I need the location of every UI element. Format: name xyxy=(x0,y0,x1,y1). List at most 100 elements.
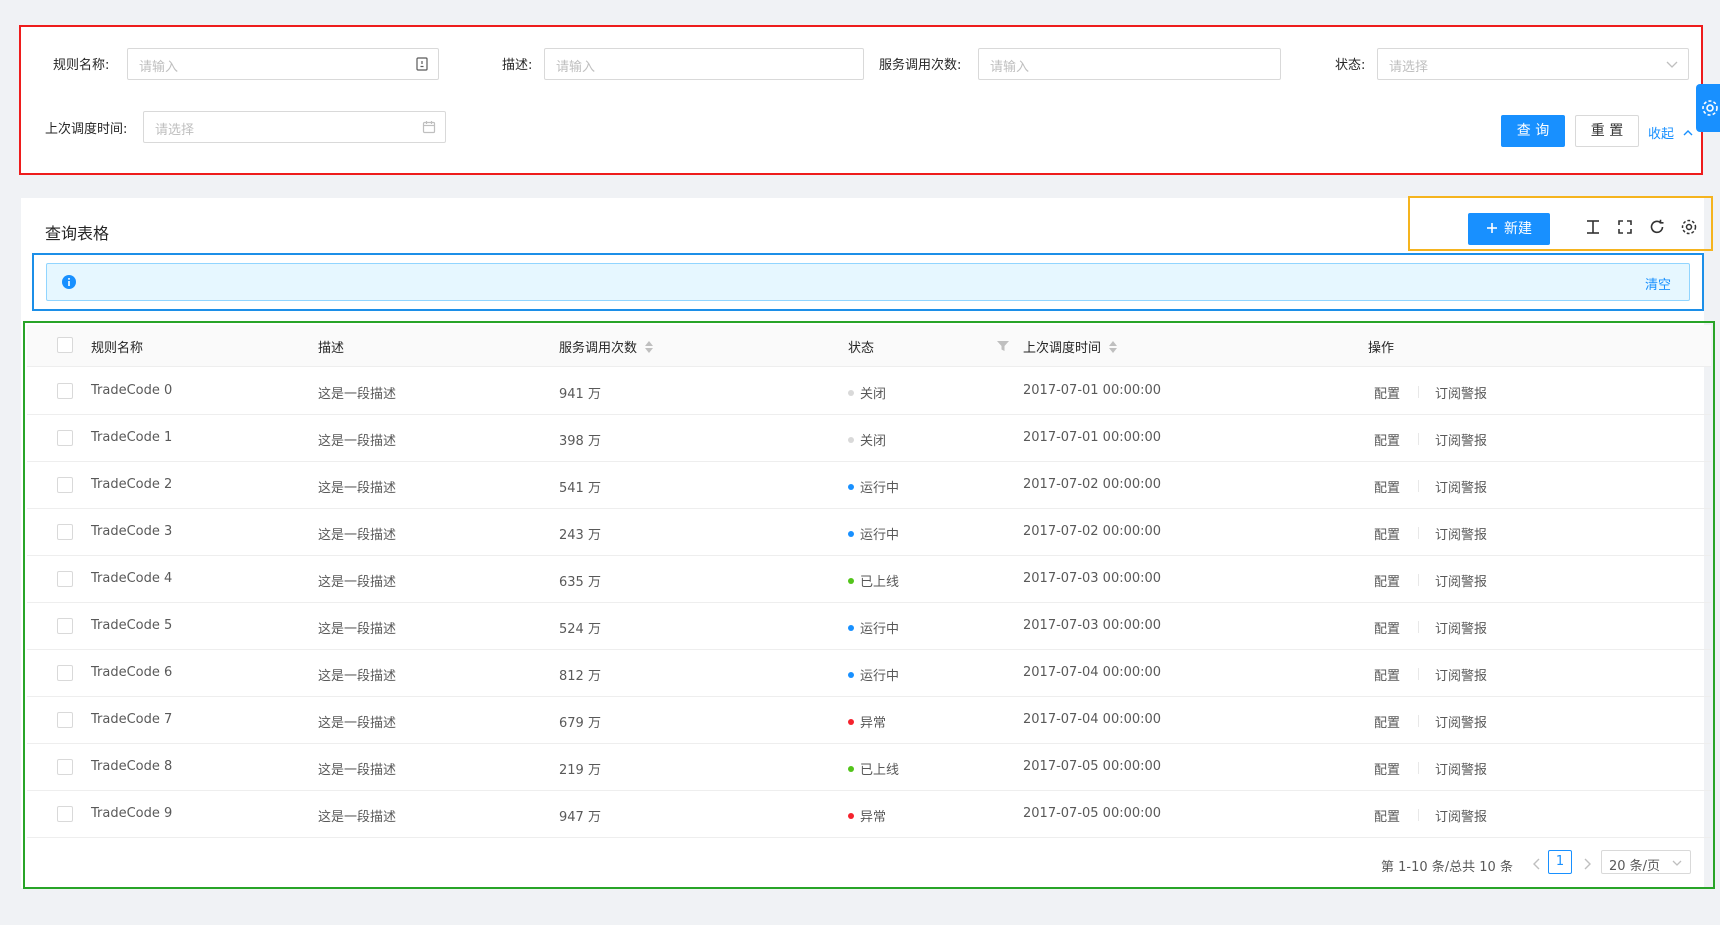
table-row: TradeCode 0 这是一段描述 941 万 关闭 2017-07-01 00:00… xyxy=(27,368,1711,415)
chevron-down-icon xyxy=(1666,61,1678,68)
cell-rule-name: TradeCode 7 xyxy=(91,712,173,727)
cell-status: 已上线 xyxy=(848,571,899,590)
status-dot xyxy=(848,578,854,584)
cell-call-count: 541 万 xyxy=(559,481,601,496)
sort-icon[interactable] xyxy=(645,341,654,353)
table-row: TradeCode 5 这是一段描述 524 万 运行中 2017-07-03 00:0… xyxy=(27,603,1711,650)
cell-status: 运行中 xyxy=(848,524,899,543)
cell-desc: 这是一段描述 xyxy=(318,669,397,684)
table-toolbar: 新建 xyxy=(1408,196,1713,251)
rule-name-input[interactable]: 请输入 xyxy=(127,48,439,80)
col-call-count[interactable]: 服务调用次数 xyxy=(559,337,654,356)
cell-call-count: 398 万 xyxy=(559,434,601,449)
subscribe-alert-link[interactable]: 订阅警报 xyxy=(1435,665,1487,684)
next-page-icon[interactable] xyxy=(1582,858,1592,870)
page-size-select[interactable]: 20 条/页 xyxy=(1601,850,1691,874)
status-dot xyxy=(848,390,854,396)
cell-rule-name: TradeCode 2 xyxy=(91,477,173,492)
call-count-input[interactable]: 请输入 xyxy=(978,48,1281,80)
chevron-up-icon xyxy=(1683,130,1693,136)
row-checkbox[interactable] xyxy=(57,759,73,775)
row-checkbox[interactable] xyxy=(57,806,73,822)
cell-desc: 这是一段描述 xyxy=(318,575,397,590)
prev-page-icon[interactable] xyxy=(1532,858,1542,870)
subscribe-alert-link[interactable]: 订阅警报 xyxy=(1435,759,1487,778)
col-rule-name: 规则名称 xyxy=(91,341,144,356)
sort-icon[interactable] xyxy=(1109,341,1118,353)
new-button[interactable]: 新建 xyxy=(1468,213,1550,245)
status-text: 已上线 xyxy=(860,575,900,590)
selection-alert-box: 清空 xyxy=(32,253,1704,311)
cell-last-time: 2017-07-02 00:00:00 xyxy=(1023,524,1162,539)
subscribe-alert-link[interactable]: 订阅警报 xyxy=(1435,618,1487,637)
row-checkbox[interactable] xyxy=(57,383,73,399)
config-link[interactable]: 配置 xyxy=(1374,477,1400,496)
config-link[interactable]: 配置 xyxy=(1374,712,1400,731)
config-link[interactable]: 配置 xyxy=(1374,759,1400,778)
selection-alert: 清空 xyxy=(46,263,1690,301)
col-last-time[interactable]: 上次调度时间 xyxy=(1023,337,1118,356)
subscribe-alert-link[interactable]: 订阅警报 xyxy=(1435,477,1487,496)
cell-desc: 这是一段描述 xyxy=(318,763,397,778)
desc-placeholder: 请输入 xyxy=(556,60,596,75)
last-time-picker[interactable]: 请选择 xyxy=(143,111,446,143)
status-dot xyxy=(848,719,854,725)
row-checkbox[interactable] xyxy=(57,477,73,493)
subscribe-alert-link[interactable]: 订阅警报 xyxy=(1435,430,1487,449)
status-select[interactable]: 请选择 xyxy=(1377,48,1689,80)
subscribe-alert-link[interactable]: 订阅警报 xyxy=(1435,712,1487,731)
query-button[interactable]: 查 询 xyxy=(1501,115,1565,147)
cell-last-time: 2017-07-01 00:00:00 xyxy=(1023,383,1162,398)
subscribe-alert-link[interactable]: 订阅警报 xyxy=(1435,524,1487,543)
cell-desc: 这是一段描述 xyxy=(318,810,397,825)
settings-drawer-toggle[interactable] xyxy=(1696,84,1720,132)
config-link[interactable]: 配置 xyxy=(1374,430,1400,449)
cell-status: 异常 xyxy=(848,712,886,731)
cell-rule-name: TradeCode 5 xyxy=(91,618,173,633)
config-link[interactable]: 配置 xyxy=(1374,806,1400,825)
config-link[interactable]: 配置 xyxy=(1374,618,1400,637)
config-link[interactable]: 配置 xyxy=(1374,571,1400,590)
config-link[interactable]: 配置 xyxy=(1374,665,1400,684)
row-checkbox[interactable] xyxy=(57,665,73,681)
status-text: 运行中 xyxy=(860,481,900,496)
cell-call-count: 219 万 xyxy=(559,763,601,778)
action-divider xyxy=(1418,433,1419,445)
status-dot xyxy=(848,484,854,490)
page-1-button[interactable]: 1 xyxy=(1548,850,1572,874)
reset-button[interactable]: 重 置 xyxy=(1575,115,1639,147)
number-input-icon[interactable] xyxy=(415,57,429,71)
filter-icon[interactable] xyxy=(997,340,1009,352)
config-link[interactable]: 配置 xyxy=(1374,524,1400,543)
row-checkbox[interactable] xyxy=(57,618,73,634)
action-divider xyxy=(1418,527,1419,539)
clear-selection-link[interactable]: 清空 xyxy=(1645,274,1671,293)
cell-desc: 这是一段描述 xyxy=(318,481,397,496)
density-icon[interactable] xyxy=(1584,218,1602,236)
subscribe-alert-link[interactable]: 订阅警报 xyxy=(1435,806,1487,825)
table-row: TradeCode 3 这是一段描述 243 万 运行中 2017-07-02 00:0… xyxy=(27,509,1711,556)
config-link[interactable]: 配置 xyxy=(1374,383,1400,402)
reload-icon[interactable] xyxy=(1648,218,1666,236)
status-text: 运行中 xyxy=(860,669,900,684)
select-all-checkbox[interactable] xyxy=(57,337,73,353)
column-setting-icon[interactable] xyxy=(1680,218,1698,236)
cell-rule-name: TradeCode 0 xyxy=(91,383,173,398)
fullscreen-icon[interactable] xyxy=(1616,218,1634,236)
table-header: 规则名称 描述 服务调用次数 状态 上次调度时间 操作 xyxy=(27,325,1711,367)
status-text: 关闭 xyxy=(860,387,887,402)
row-checkbox[interactable] xyxy=(57,430,73,446)
cell-call-count: 243 万 xyxy=(559,528,601,543)
collapse-link[interactable]: 收起 xyxy=(1648,123,1694,142)
row-checkbox[interactable] xyxy=(57,524,73,540)
row-checkbox[interactable] xyxy=(57,571,73,587)
cell-last-time: 2017-07-01 00:00:00 xyxy=(1023,430,1162,445)
collapse-label: 收起 xyxy=(1648,127,1675,142)
subscribe-alert-link[interactable]: 订阅警报 xyxy=(1435,383,1487,402)
row-checkbox[interactable] xyxy=(57,712,73,728)
chevron-down-icon xyxy=(1672,860,1682,866)
desc-input[interactable]: 请输入 xyxy=(544,48,864,80)
cell-call-count: 635 万 xyxy=(559,575,601,590)
cell-call-count: 679 万 xyxy=(559,716,601,731)
subscribe-alert-link[interactable]: 订阅警报 xyxy=(1435,571,1487,590)
